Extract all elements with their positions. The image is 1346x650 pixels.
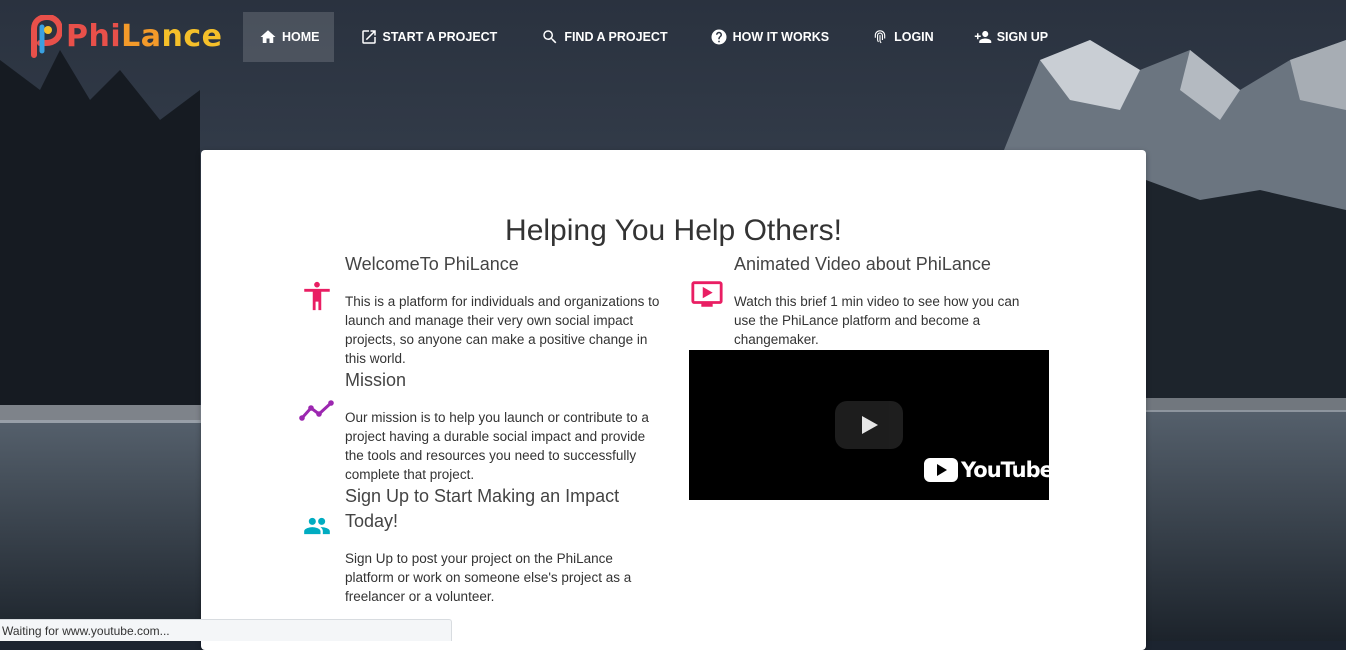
video-text: Watch this brief 1 min video to see how … xyxy=(734,294,1020,347)
nav-sign-up-label: SIGN UP xyxy=(996,30,1049,44)
mission-heading: Mission xyxy=(345,370,407,390)
search-icon xyxy=(543,30,557,44)
nav-home-label: HOME xyxy=(282,30,320,44)
top-navbar: PhiLance HOME START A PROJECT FIND A PRO… xyxy=(0,0,1346,74)
mission-text: Our mission is to help you launch or con… xyxy=(345,410,649,482)
card-title: Helping You Help Others! xyxy=(505,214,842,248)
home-icon xyxy=(260,30,276,43)
accessibility-icon xyxy=(304,281,330,311)
welcome-heading: WelcomeTo PhiLance xyxy=(345,254,519,274)
nav-how-it-works[interactable]: HOW IT WORKS xyxy=(694,12,844,62)
video-heading: Animated Video about PhiLance xyxy=(734,254,991,274)
logo-mark-icon xyxy=(31,15,62,58)
youtube-logo-text: YouTube xyxy=(961,458,1054,482)
play-button[interactable] xyxy=(835,401,903,449)
trending-icon xyxy=(299,400,334,421)
nav-login[interactable]: LOGIN xyxy=(855,12,948,62)
youtube-play-icon xyxy=(924,458,958,482)
ondemand-video-icon xyxy=(691,281,723,307)
intro-card: Helping You Help Others! WelcomeTo PhiLa… xyxy=(201,150,1146,650)
person-add-icon xyxy=(974,31,991,43)
nav-start-project-label: START A PROJECT xyxy=(382,30,498,44)
people-icon xyxy=(304,517,330,535)
nav-find-project-label: FIND A PROJECT xyxy=(564,30,668,44)
welcome-text: This is a platform for individuals and o… xyxy=(345,294,660,366)
browser-status-bar: Waiting for www.youtube.com... xyxy=(0,619,452,641)
nav-login-label: LOGIN xyxy=(894,30,934,44)
mission-section: Mission Our mission is to help you launc… xyxy=(345,368,665,484)
nav-start-project[interactable]: START A PROJECT xyxy=(344,12,512,62)
philance-logo[interactable]: PhiLance xyxy=(28,14,223,60)
welcome-section: WelcomeTo PhiLance This is a platform fo… xyxy=(345,252,665,368)
nav-how-it-works-label: HOW IT WORKS xyxy=(732,30,830,44)
nav-home[interactable]: HOME xyxy=(243,12,334,62)
youtube-logo[interactable]: YouTube xyxy=(924,458,1054,482)
signup-section: Sign Up to Start Making an Impact Today!… xyxy=(345,484,665,606)
nav-find-project[interactable]: FIND A PROJECT xyxy=(525,12,681,62)
signup-heading: Sign Up to Start Making an Impact Today! xyxy=(345,486,620,531)
nav-sign-up[interactable]: SIGN UP xyxy=(958,12,1062,62)
help-circle-icon xyxy=(711,29,727,45)
logo-text: PhiLance xyxy=(66,19,223,54)
main-nav: HOME START A PROJECT FIND A PROJECT HOW … xyxy=(243,12,1062,62)
fingerprint-icon xyxy=(874,30,886,44)
play-icon xyxy=(862,416,878,434)
external-link-icon xyxy=(361,30,376,44)
video-section: Animated Video about PhiLance Watch this… xyxy=(734,252,1044,349)
youtube-video-player[interactable]: YouTube xyxy=(689,350,1054,500)
signup-text: Sign Up to post your project on the PhiL… xyxy=(345,551,632,604)
